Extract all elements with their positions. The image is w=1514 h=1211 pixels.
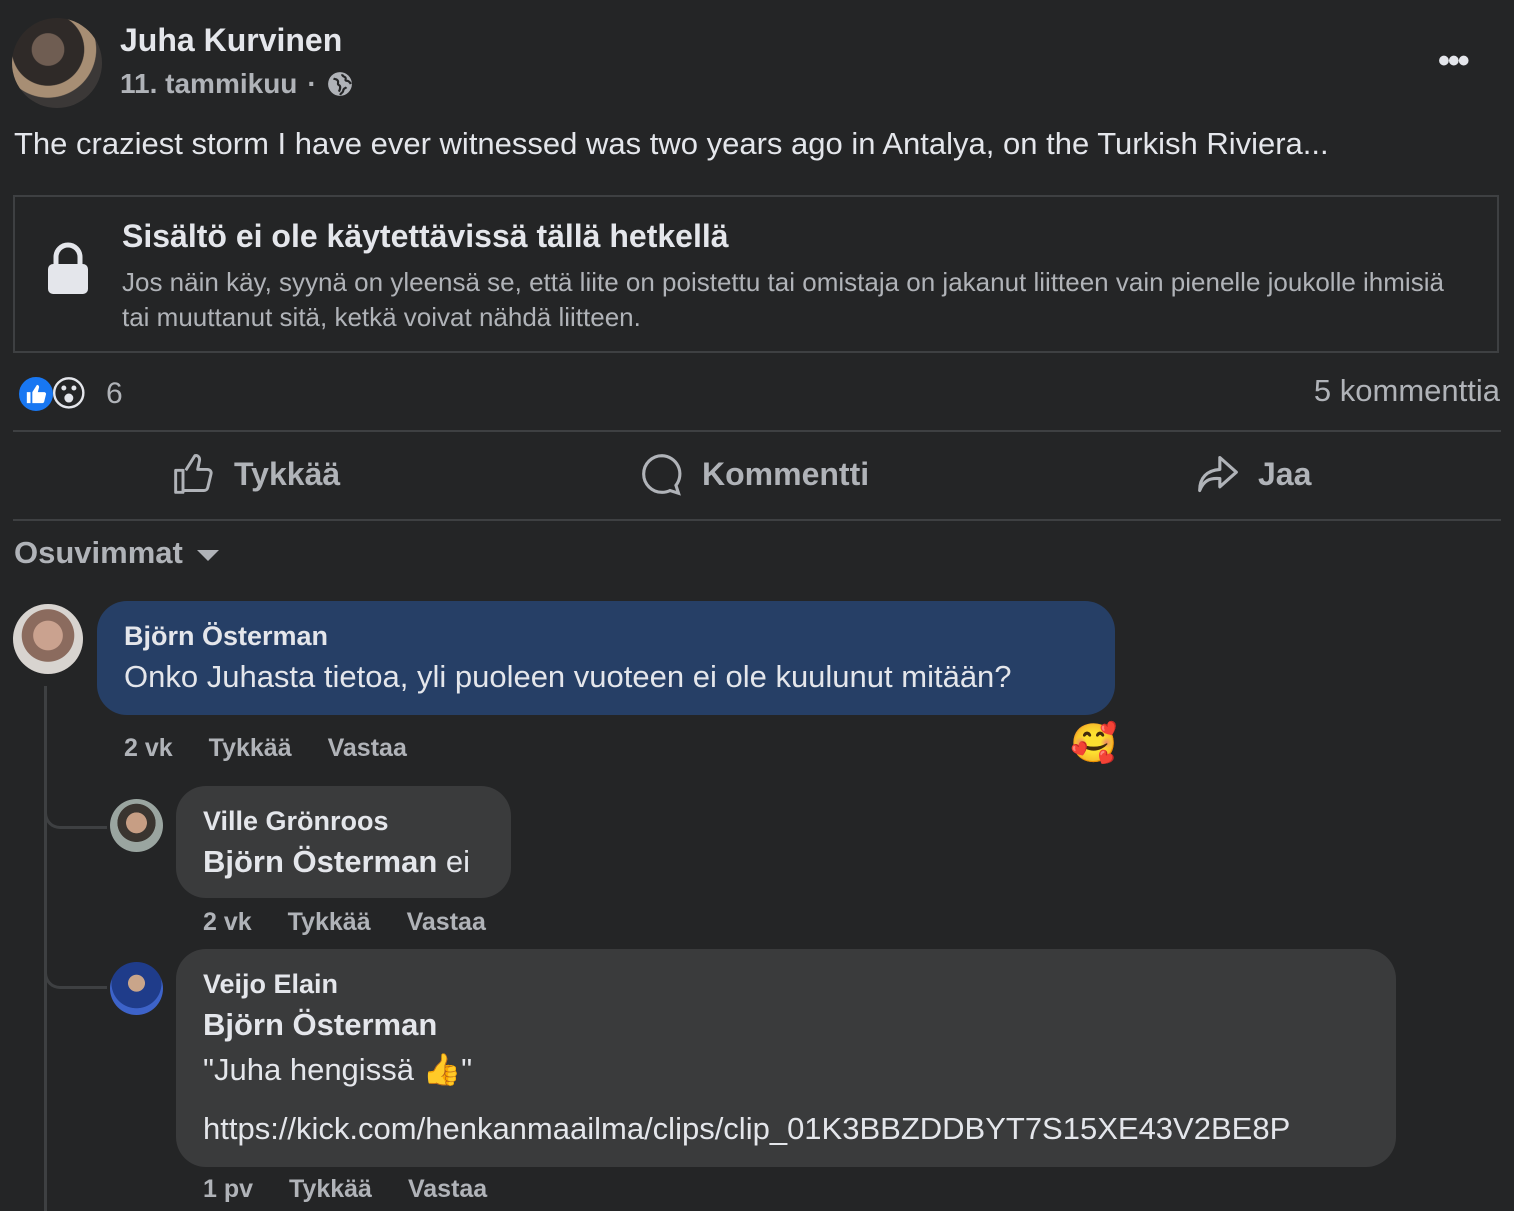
comment-reply-button[interactable]: Vastaa [408,1175,487,1204]
comment-like-button[interactable]: Tykkää [288,908,371,937]
commenter-avatar[interactable] [13,604,83,674]
commenter-avatar[interactable] [110,799,163,852]
comment-count-link[interactable]: 5 kommenttia [1314,373,1500,409]
comment-label: Kommentti [702,455,870,492]
reply-connector [44,950,107,989]
comment-text: Onko Juhasta tietoa, yli puoleen vuoteen… [124,659,1012,694]
comment-author[interactable]: Ville Grönroos [203,806,389,837]
attachment-unavailable-description: Jos näin käy, syynä on yleensä se, että … [122,267,1444,332]
comment-text: "Juha hengissä 👍" [203,1052,473,1087]
comment-time[interactable]: 2 vk [203,908,252,937]
reply-connector [44,790,107,829]
comment-actions: 2 vk Tykkää Vastaa [124,734,407,763]
comment-author[interactable]: Veijo Elain [203,969,338,1000]
comment-bubble: Björn Österman Onko Juhasta tietoa, yli … [97,601,1115,715]
commenter-avatar[interactable] [110,962,163,1015]
comment-reply-button[interactable]: Vastaa [407,908,486,937]
mention-tag[interactable]: Björn Österman [203,1007,437,1043]
share-label: Jaa [1258,455,1312,492]
divider [13,430,1501,432]
comment-like-button[interactable]: Tykkää [209,734,292,763]
more-options-button[interactable]: ••• [1438,42,1470,81]
share-button[interactable]: Jaa [1196,452,1311,496]
comment-link[interactable]: https://kick.com/henkanmaailma/clips/cli… [203,1111,1290,1147]
like-button[interactable]: Tykkää [172,452,340,496]
comment-bubble: Veijo Elain Björn Österman "Juha hengiss… [176,949,1396,1167]
comment-actions: 2 vk Tykkää Vastaa [203,908,486,937]
wow-reaction-icon: 😮 [50,373,88,414]
comment-button[interactable]: Kommentti [640,452,869,496]
post-text: The craziest storm I have ever witnessed… [14,126,1329,161]
divider [13,519,1501,521]
comment-time[interactable]: 2 vk [124,734,173,763]
comment-author[interactable]: Björn Österman [124,621,328,652]
post-author-name[interactable]: Juha Kurvinen [120,22,342,59]
comment-bubble: Ville Grönroos Björn Österman ei [176,786,511,898]
post-author-avatar[interactable] [12,18,102,108]
attachment-unavailable-title: Sisältö ei ole käytettävissä tällä hetke… [122,218,729,254]
post-date[interactable]: 11. tammikuu [120,68,297,100]
caret-down-icon [196,549,219,561]
comment-time[interactable]: 1 pv [203,1175,253,1204]
post-meta: 11. tammikuu · [120,68,353,100]
reaction-count: 6 [106,377,123,410]
comment-reply-button[interactable]: Vastaa [328,734,407,763]
reactions-summary[interactable]: 😮 6 [16,372,123,416]
sort-label: Osuvimmat [14,535,183,570]
share-arrow-icon [1198,455,1238,493]
comment-like-button[interactable]: Tykkää [289,1175,372,1204]
mention-tag[interactable]: Björn Österman [203,844,437,879]
comment-actions: 1 pv Tykkää Vastaa [203,1175,487,1204]
comment-sort-dropdown[interactable]: Osuvimmat [14,535,219,571]
lock-icon [48,242,88,294]
comment-text: Björn Österman ei [203,844,470,880]
comment-reaction-icon[interactable]: 🥰 [1070,722,1117,766]
meta-separator: · [307,68,317,99]
globe-icon [327,72,352,96]
thumbs-up-icon [174,454,213,494]
comment-bubble-icon [642,454,682,496]
like-label: Tykkää [234,455,341,492]
thread-line [44,686,47,1211]
comment-body: ei [437,844,471,879]
